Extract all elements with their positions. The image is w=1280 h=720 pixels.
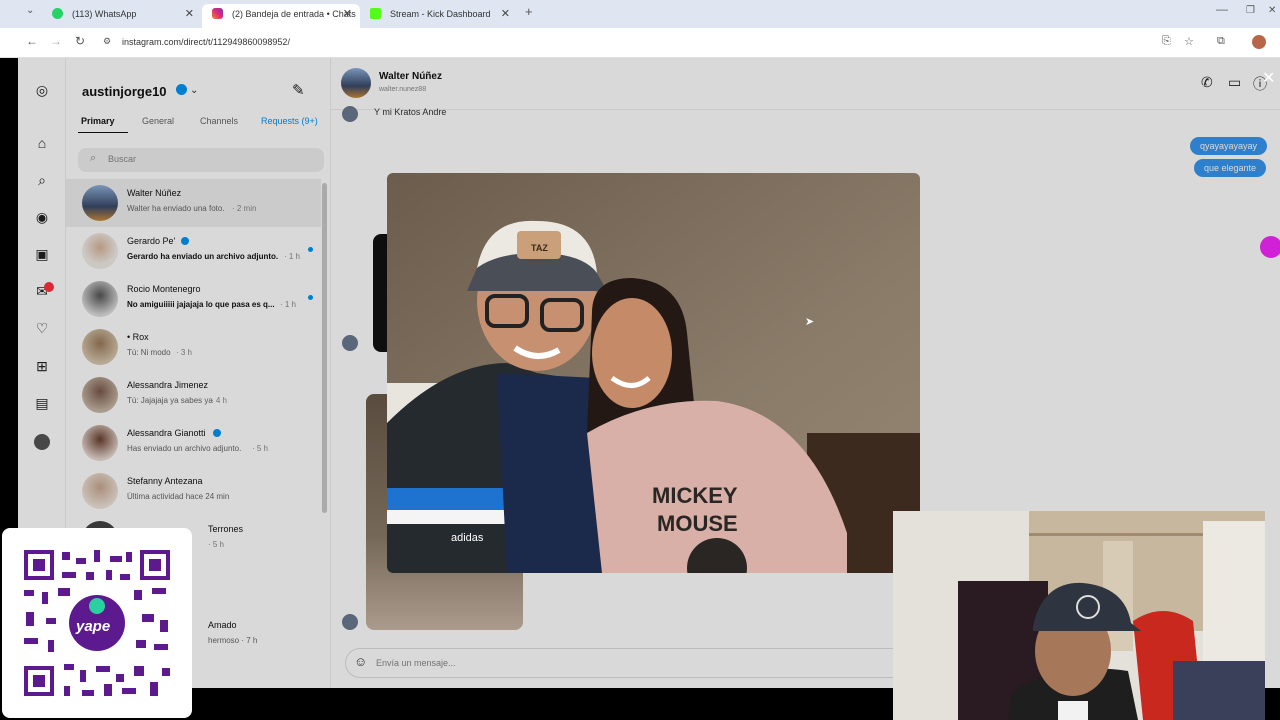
profile-avatar[interactable]	[1252, 35, 1266, 49]
tab-whatsapp[interactable]: (113) WhatsApp ✕	[42, 4, 202, 28]
new-tab-icon[interactable]: +	[525, 4, 533, 19]
tab-instagram[interactable]: (2) Bandeja de entrada • Chats ✕	[202, 4, 360, 28]
kick-icon	[370, 8, 381, 19]
tab-label: (113) WhatsApp	[72, 9, 137, 19]
bookmark-star-icon[interactable]: ☆	[1184, 35, 1194, 48]
forward-icon[interactable]: →	[50, 34, 62, 48]
browser-tabbar: ⌄ (113) WhatsApp ✕ (2) Bandeja de entrad…	[0, 0, 1280, 28]
extensions-icon[interactable]: ⧉	[1217, 35, 1225, 48]
close-lightbox-icon[interactable]: ✕	[1262, 68, 1275, 88]
install-app-icon[interactable]: ⎘	[1162, 35, 1171, 48]
tab-kick[interactable]: Stream - Kick Dashboard ✕	[360, 4, 518, 28]
window-close-icon[interactable]: ✕	[1268, 5, 1276, 16]
close-tab-icon[interactable]: ✕	[185, 4, 194, 24]
cap-text: TAZ	[531, 243, 548, 253]
shirt-text-2: MOUSE	[657, 511, 738, 536]
floating-extension-icon[interactable]	[1260, 236, 1280, 258]
close-tab-icon[interactable]: ✕	[501, 4, 510, 24]
qr-code: yape	[24, 550, 170, 696]
whatsapp-icon	[52, 8, 63, 19]
shirt-text-1: MICKEY	[652, 483, 738, 508]
tab-list-chevron-icon[interactable]: ⌄	[26, 5, 34, 16]
webcam-overlay	[893, 511, 1265, 720]
photo-image: MICKEY MOUSE TAZ adidas	[387, 173, 920, 573]
screen: ⌄ (113) WhatsApp ✕ (2) Bandeja de entrad…	[0, 0, 1280, 720]
brand-text: adidas	[451, 532, 484, 544]
back-icon[interactable]: ←	[26, 34, 38, 48]
browser-toolbar: ← → ↻ ⚙ instagram.com/direct/t/112949860…	[0, 28, 1280, 58]
expanded-photo: MICKEY MOUSE TAZ adidas	[387, 173, 920, 573]
webcam-feed	[893, 511, 1265, 720]
yape-logo-text: yape	[75, 618, 110, 635]
reload-icon[interactable]: ↻	[75, 34, 85, 48]
tab-label: (2) Bandeja de entrada • Chats	[232, 9, 356, 19]
mouse-cursor: ➤	[805, 316, 815, 328]
qr-code-overlay: yape	[2, 528, 192, 718]
restore-icon[interactable]: ❐	[1246, 5, 1255, 16]
address-bar[interactable]: instagram.com/direct/t/112949860098952/	[122, 37, 290, 47]
minimize-icon[interactable]: —	[1216, 2, 1228, 16]
site-info-icon[interactable]: ⚙	[103, 36, 111, 47]
tab-label: Stream - Kick Dashboard	[390, 9, 491, 19]
instagram-icon	[212, 8, 223, 19]
close-tab-icon[interactable]: ✕	[343, 4, 352, 24]
